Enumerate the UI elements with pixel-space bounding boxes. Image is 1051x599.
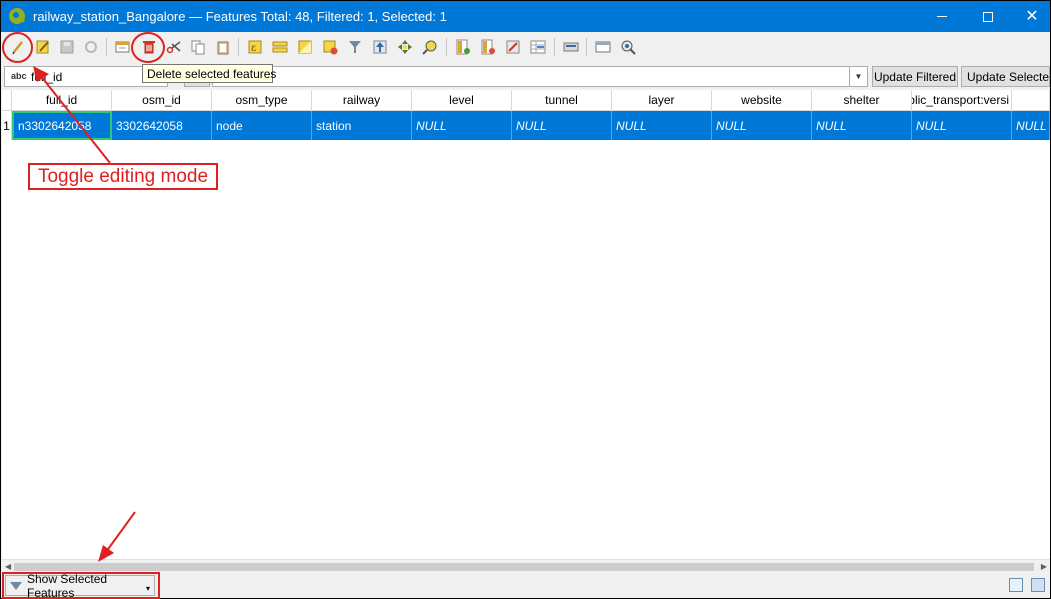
annotation-arrows	[33, 66, 136, 562]
show-features-highlight	[2, 572, 160, 599]
callout-arrow-line	[39, 74, 111, 164]
status-arrowhead	[98, 545, 114, 562]
status-arrow-line	[105, 511, 136, 553]
toggle-editing-callout: Toggle editing mode	[28, 163, 218, 190]
toggle-editing-highlight	[2, 32, 33, 63]
callout-arrowhead	[33, 66, 49, 82]
delete-button-highlight	[131, 32, 165, 63]
